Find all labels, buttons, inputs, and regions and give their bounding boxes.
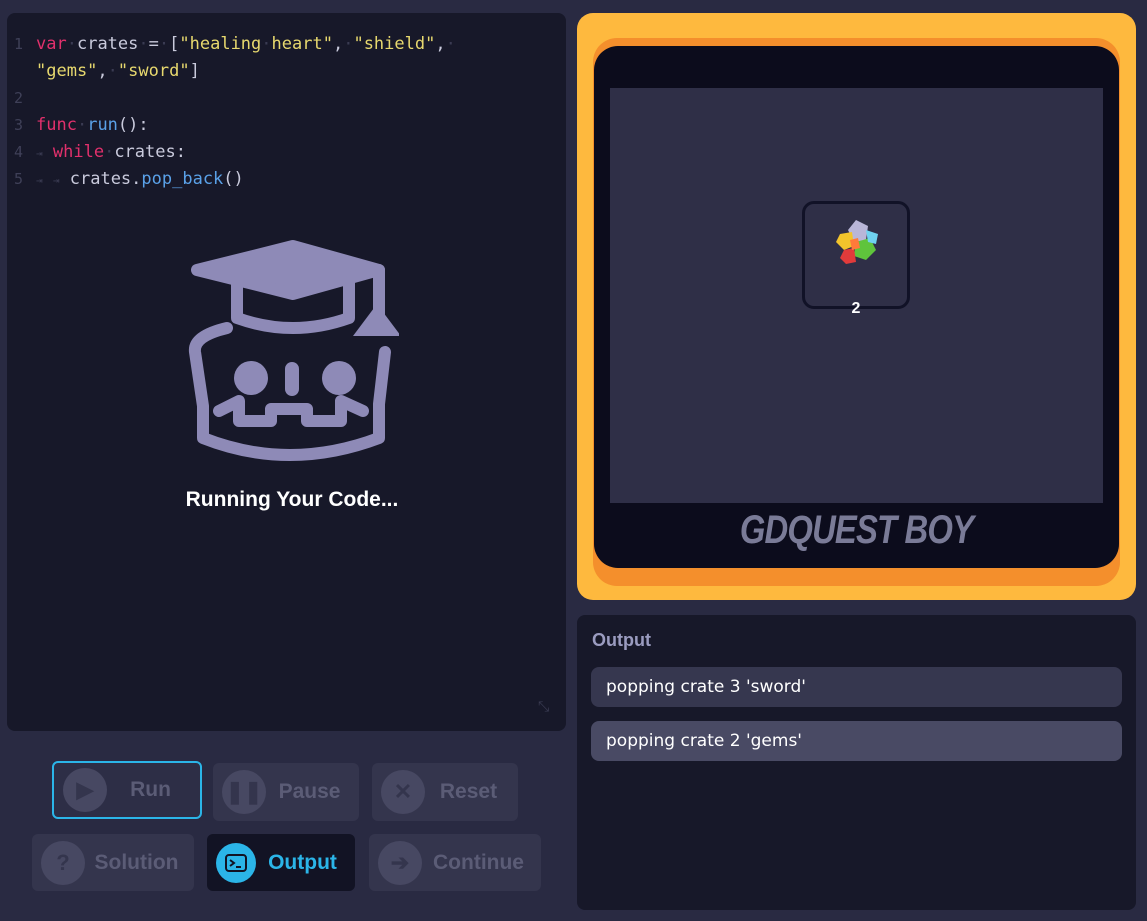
- code-token: ·: [445, 34, 456, 54]
- code-token: "shield": [353, 34, 436, 54]
- play-icon: ▶: [63, 768, 107, 812]
- code-token: ,: [332, 34, 344, 54]
- code-token: ,: [435, 34, 446, 54]
- solution-button[interactable]: ? Solution: [32, 834, 194, 891]
- output-button[interactable]: Output: [207, 834, 355, 891]
- code-line[interactable]: 5 ⇥ ⇥ crates.pop_back(): [7, 166, 566, 193]
- output-line: popping crate 3 'sword': [591, 667, 1122, 707]
- pause-button[interactable]: ❚❚ Pause: [213, 763, 359, 821]
- code-token: (): [223, 169, 244, 189]
- run-button-label: Run: [130, 778, 171, 801]
- code-token: crates.: [69, 169, 142, 189]
- code-text[interactable]: ⇥ ⇥ crates.pop_back(): [36, 166, 244, 194]
- console-brand: GDQUEST BOY: [739, 508, 974, 552]
- close-icon: ✕: [381, 770, 425, 814]
- code-line[interactable]: 4 ⇥ while·crates:: [7, 139, 566, 166]
- code-line[interactable]: "gems",·"sword"]: [7, 58, 566, 85]
- pause-icon: ❚❚: [222, 770, 266, 814]
- code-line[interactable]: 1 var·crates·=·["healing·heart",·"shield"…: [7, 31, 566, 58]
- line-number: 4: [14, 143, 24, 161]
- code-text[interactable]: "gems",·"sword"]: [36, 58, 200, 85]
- code-token: ]: [189, 61, 200, 81]
- code-token: heart": [271, 34, 333, 54]
- code-token: crates: [76, 34, 139, 54]
- code-token: ·: [343, 34, 354, 54]
- code-token: var: [36, 34, 67, 54]
- code-token: "gems": [36, 61, 98, 81]
- code-token: func: [36, 115, 77, 135]
- crate: [802, 201, 910, 309]
- line-number: 5: [14, 170, 24, 188]
- line-number: 3: [14, 116, 24, 134]
- solution-button-label: Solution: [94, 850, 179, 874]
- code-token: while: [52, 142, 105, 162]
- code-token: ⇥: [52, 174, 60, 187]
- code-token: crates:: [114, 142, 186, 162]
- code-token: run: [87, 115, 118, 135]
- pause-button-label: Pause: [278, 780, 341, 803]
- code-token: ⇥: [36, 174, 43, 187]
- code-token: ·: [104, 142, 115, 162]
- terminal-icon: [216, 842, 256, 883]
- code-lines[interactable]: 1 var·crates·=·["healing·heart",·"shield"…: [7, 31, 566, 193]
- code-token: pop_back: [141, 169, 224, 189]
- code-token: ():: [117, 115, 149, 135]
- reset-button-label: Reset: [439, 780, 498, 803]
- line-number: 2: [14, 89, 24, 107]
- arrow-right-icon: ➔: [378, 840, 422, 885]
- code-text[interactable]: var·crates·=·["healing·heart",·"shield",…: [36, 31, 456, 58]
- code-text[interactable]: ⇥ while·crates:: [36, 139, 186, 167]
- godot-graduate-icon: [188, 240, 399, 461]
- reset-button[interactable]: ✕ Reset: [372, 763, 518, 821]
- code-token: ·: [261, 34, 272, 54]
- code-token: ·: [158, 34, 170, 54]
- gems-icon: [836, 220, 878, 264]
- code-token: ·: [76, 115, 88, 135]
- continue-button[interactable]: ➔ Continue: [369, 834, 541, 891]
- code-line[interactable]: 3 func·run():: [7, 112, 566, 139]
- code-token: ,: [97, 61, 108, 81]
- code-token: =: [148, 34, 159, 54]
- question-icon: ?: [41, 840, 85, 885]
- game-console: 2 GDQUEST BOY: [577, 13, 1136, 600]
- output-line: popping crate 2 'gems': [591, 721, 1122, 761]
- code-token: "healing: [179, 34, 262, 54]
- code-editor[interactable]: 1 var·crates·=·["healing·heart",·"shield"…: [7, 13, 566, 731]
- code-line[interactable]: 2: [7, 85, 566, 112]
- output-panel: Output popping crate 3 'sword' popping c…: [577, 615, 1136, 910]
- output-button-label: Output: [268, 850, 337, 874]
- resize-handle-icon[interactable]: ⤡: [538, 699, 549, 715]
- code-token: "sword": [117, 61, 190, 81]
- line-number: 1: [14, 35, 24, 53]
- running-status: Running Your Code...: [185, 488, 399, 511]
- game-screen: 2: [610, 88, 1103, 503]
- code-token: [: [169, 34, 180, 54]
- run-button[interactable]: ▶ Run: [52, 761, 202, 819]
- code-token: ⇥: [36, 147, 43, 160]
- crate-count: 2: [851, 300, 861, 317]
- output-title: Output: [592, 630, 651, 650]
- code-token: ·: [107, 61, 118, 81]
- code-token: ·: [66, 34, 77, 54]
- code-token: ·: [138, 34, 149, 54]
- continue-button-label: Continue: [433, 850, 524, 874]
- code-text[interactable]: func·run():: [36, 112, 149, 139]
